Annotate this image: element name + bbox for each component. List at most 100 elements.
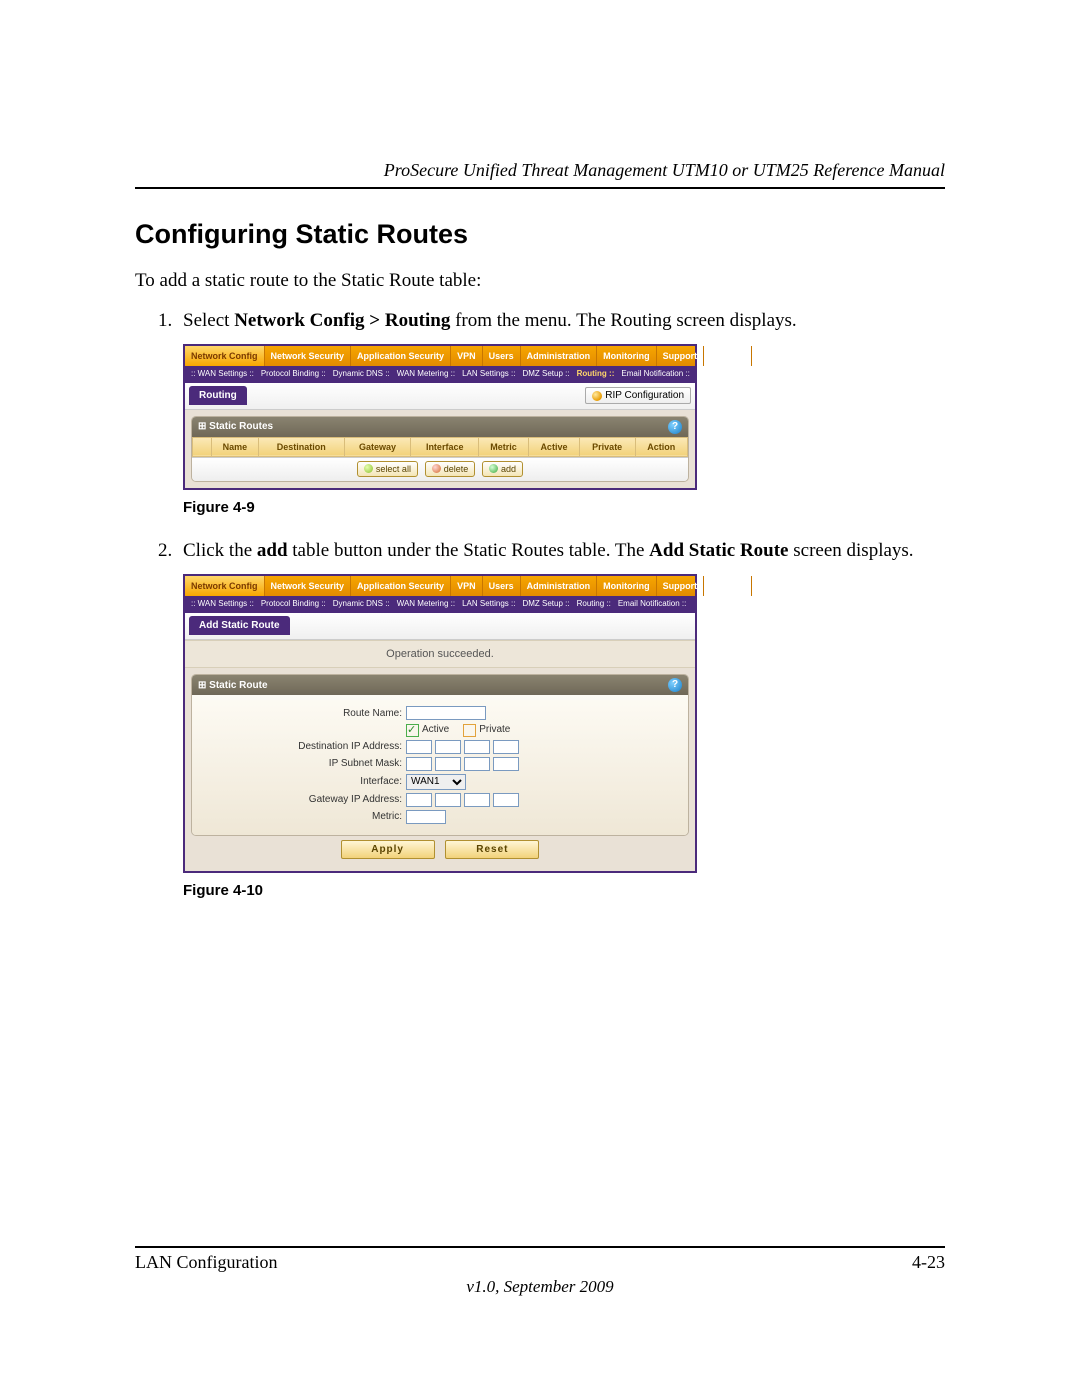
footer-right: 4-23 bbox=[912, 1252, 945, 1273]
tab-network-security-2[interactable]: Network Security bbox=[265, 576, 352, 596]
tab-users[interactable]: Users bbox=[483, 346, 521, 366]
rip-configuration-button[interactable]: RIP Configuration bbox=[585, 387, 691, 405]
tab-network-config[interactable]: Network Config bbox=[185, 346, 265, 366]
add-icon bbox=[489, 464, 498, 473]
subnav-protocol-binding[interactable]: Protocol Binding :: bbox=[259, 369, 328, 380]
static-routes-title: ⊞ Static Routes bbox=[198, 420, 273, 434]
static-route-form-title: ⊞ Static Route bbox=[198, 679, 268, 693]
tab-monitoring[interactable]: Monitoring bbox=[597, 346, 657, 366]
footer-rule bbox=[135, 1246, 945, 1248]
route-name-input[interactable] bbox=[406, 706, 486, 720]
subnav-dmz-setup[interactable]: DMZ Setup :: bbox=[520, 369, 571, 380]
step-2: Click the add table button under the Sta… bbox=[177, 538, 945, 902]
page-footer: LAN Configuration 4-23 v1.0, September 2… bbox=[135, 1246, 945, 1297]
sub-nav-2: :: WAN Settings :: Protocol Binding :: D… bbox=[185, 596, 695, 613]
figure-4-9-caption: Figure 4-9 bbox=[183, 498, 945, 518]
gateway-oct4[interactable] bbox=[493, 793, 519, 807]
metric-label: Metric: bbox=[202, 810, 406, 824]
sub-nav: :: WAN Settings :: Protocol Binding :: D… bbox=[185, 366, 695, 383]
subnav-email-notification-2[interactable]: Email Notification :: bbox=[616, 599, 688, 610]
check-icon bbox=[364, 464, 373, 473]
subnav-protocol-binding-2[interactable]: Protocol Binding :: bbox=[259, 599, 328, 610]
gateway-label: Gateway IP Address: bbox=[202, 793, 406, 807]
tab-vpn[interactable]: VPN bbox=[451, 346, 483, 366]
step2-text-b: add bbox=[257, 540, 288, 561]
help-icon[interactable]: ? bbox=[668, 420, 682, 434]
step2-text-a: Click the bbox=[183, 540, 257, 561]
step2-text-e: screen displays. bbox=[789, 540, 914, 561]
add-button[interactable]: add bbox=[482, 461, 523, 477]
active-label: Active bbox=[422, 723, 449, 737]
subnav-routing[interactable]: Routing :: bbox=[575, 369, 617, 380]
gateway-oct1[interactable] bbox=[406, 793, 432, 807]
tab-support[interactable]: Support bbox=[657, 346, 705, 366]
step-1: Select Network Config > Routing from the… bbox=[177, 308, 945, 518]
reset-button[interactable]: Reset bbox=[445, 840, 539, 860]
delete-button[interactable]: delete bbox=[425, 461, 476, 477]
tab-application-security-2[interactable]: Application Security bbox=[351, 576, 451, 596]
top-tabs: Network Config Network Security Applicat… bbox=[185, 346, 695, 366]
table-header-row: Name Destination Gateway Interface Metri… bbox=[193, 437, 688, 456]
subnav-wan-settings-2[interactable]: :: WAN Settings :: bbox=[189, 599, 256, 610]
step1-text-b: Network Config > Routing bbox=[234, 310, 450, 331]
gateway-oct2[interactable] bbox=[435, 793, 461, 807]
subnet-oct3[interactable] bbox=[464, 757, 490, 771]
help-icon-2[interactable]: ? bbox=[668, 678, 682, 692]
tab-network-config-2[interactable]: Network Config bbox=[185, 576, 265, 596]
step1-text-a: Select bbox=[183, 310, 234, 331]
interface-select[interactable]: WAN1 bbox=[406, 774, 466, 790]
dest-ip-oct1[interactable] bbox=[406, 740, 432, 754]
tab-network-security[interactable]: Network Security bbox=[265, 346, 352, 366]
delete-icon bbox=[432, 464, 441, 473]
running-header: ProSecure Unified Threat Management UTM1… bbox=[135, 160, 945, 181]
active-checkbox[interactable] bbox=[406, 724, 419, 737]
tab-wizards-2[interactable]: Wizards bbox=[704, 576, 751, 596]
subnav-lan-settings[interactable]: LAN Settings :: bbox=[460, 369, 517, 380]
select-all-button[interactable]: select all bbox=[357, 461, 418, 477]
steps-list: Select Network Config > Routing from the… bbox=[135, 308, 945, 902]
subnav-wan-metering[interactable]: WAN Metering :: bbox=[395, 369, 457, 380]
metric-input[interactable] bbox=[406, 810, 446, 824]
tab-wizards[interactable]: Wizards bbox=[704, 346, 751, 366]
subnav-wan-metering-2[interactable]: WAN Metering :: bbox=[395, 599, 457, 610]
status-message: Operation succeeded. bbox=[185, 640, 695, 669]
col-private: Private bbox=[579, 437, 635, 456]
subnet-oct2[interactable] bbox=[435, 757, 461, 771]
subnet-oct4[interactable] bbox=[493, 757, 519, 771]
tab-application-security[interactable]: Application Security bbox=[351, 346, 451, 366]
add-static-route-tab[interactable]: Add Static Route bbox=[189, 616, 290, 636]
subnav-routing-2[interactable]: Routing :: bbox=[575, 599, 613, 610]
tab-support-2[interactable]: Support bbox=[657, 576, 705, 596]
step2-text-c: table button under the Static Routes tab… bbox=[288, 540, 650, 561]
intro-text: To add a static route to the Static Rout… bbox=[135, 270, 945, 292]
col-active: Active bbox=[529, 437, 580, 456]
footer-version: v1.0, September 2009 bbox=[135, 1277, 945, 1297]
subnav-dmz-setup-2[interactable]: DMZ Setup :: bbox=[520, 599, 571, 610]
col-metric: Metric bbox=[478, 437, 528, 456]
subnav-dynamic-dns-2[interactable]: Dynamic DNS :: bbox=[331, 599, 392, 610]
subnet-oct1[interactable] bbox=[406, 757, 432, 771]
dest-ip-oct4[interactable] bbox=[493, 740, 519, 754]
private-checkbox[interactable] bbox=[463, 724, 476, 737]
tab-users-2[interactable]: Users bbox=[483, 576, 521, 596]
tab-administration[interactable]: Administration bbox=[521, 346, 598, 366]
subnav-email-notification[interactable]: Email Notification :: bbox=[619, 369, 691, 380]
header-rule bbox=[135, 187, 945, 189]
step2-text-d: Add Static Route bbox=[649, 540, 788, 561]
gateway-oct3[interactable] bbox=[464, 793, 490, 807]
subnav-wan-settings[interactable]: :: WAN Settings :: bbox=[189, 369, 256, 380]
tab-vpn-2[interactable]: VPN bbox=[451, 576, 483, 596]
subnav-dynamic-dns[interactable]: Dynamic DNS :: bbox=[331, 369, 392, 380]
dest-ip-oct2[interactable] bbox=[435, 740, 461, 754]
route-name-label: Route Name: bbox=[202, 707, 406, 721]
routing-section-tab[interactable]: Routing bbox=[189, 386, 247, 406]
static-route-form: Route Name: Active Private bbox=[192, 695, 688, 835]
footer-left: LAN Configuration bbox=[135, 1252, 277, 1273]
tab-administration-2[interactable]: Administration bbox=[521, 576, 598, 596]
figure-4-10-caption: Figure 4-10 bbox=[183, 881, 945, 901]
tab-monitoring-2[interactable]: Monitoring bbox=[597, 576, 657, 596]
dest-ip-oct3[interactable] bbox=[464, 740, 490, 754]
apply-button[interactable]: Apply bbox=[341, 840, 435, 860]
col-destination: Destination bbox=[258, 437, 344, 456]
subnav-lan-settings-2[interactable]: LAN Settings :: bbox=[460, 599, 517, 610]
